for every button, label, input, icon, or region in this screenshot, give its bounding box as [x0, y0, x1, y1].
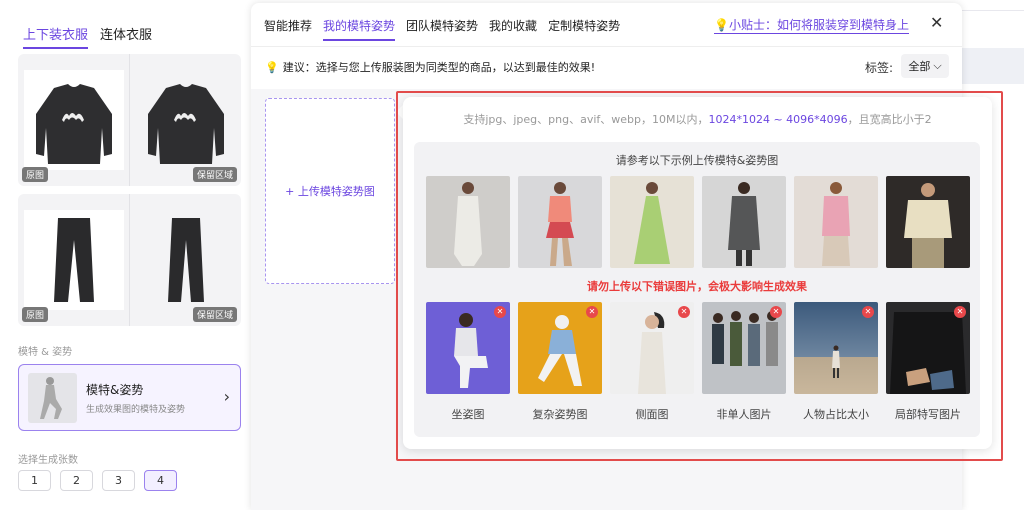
example-box: 请参考以下示例上传模特&姿势图 请勿上传以下错误图片，会极大影响生成效果 ✕ 坐… — [414, 142, 980, 437]
bad-example-image: ✕ — [426, 302, 510, 394]
bad-example-label: 坐姿图 — [451, 408, 485, 421]
error-x-icon: ✕ — [954, 306, 966, 318]
bad-example-image: ✕ — [702, 302, 786, 394]
chevron-right-icon: › — [223, 387, 230, 406]
count-section-label: 选择生成张数 — [18, 455, 78, 466]
chevron-down-icon: ⌵ — [933, 59, 942, 72]
bad-example-image: ✕ — [886, 302, 970, 394]
model-section-label: 模特 & 姿势 — [18, 347, 73, 358]
tab-custom-poses[interactable]: 定制模特姿势 — [548, 17, 620, 41]
kept-region: 保留区域 — [130, 194, 241, 326]
tab-my-poses[interactable]: 我的模特姿势 — [323, 17, 396, 41]
tab-team-poses[interactable]: 团队模特姿势 — [406, 17, 478, 41]
kept-tag: 保留区域 — [192, 167, 237, 182]
bad-examples: ✕ 坐姿图 ✕ 复杂姿势图 ✕ 侧面图 ✕ 非单人图片 ✕ 人物占比太小 ✕ 局… — [426, 302, 970, 422]
count-selector: 1 2 3 4 — [18, 470, 177, 491]
count-option-2[interactable]: 2 — [60, 470, 93, 491]
error-x-icon: ✕ — [862, 306, 874, 318]
bad-example-complex: ✕ 复杂姿势图 — [518, 302, 602, 422]
upload-pose-button[interactable]: + 上传模特姿势图 — [265, 98, 395, 284]
bad-example-label: 侧面图 — [635, 408, 669, 421]
tab-smart-recommend[interactable]: 智能推荐 — [264, 17, 312, 41]
bad-example-group: ✕ 非单人图片 — [702, 302, 786, 422]
bad-example-side: ✕ 侧面图 — [610, 302, 694, 422]
bad-example-label: 复杂姿势图 — [532, 408, 588, 421]
bad-example-label: 非单人图片 — [716, 408, 772, 421]
upload-requirements: 支持jpg、jpeg、png、avif、webp，10M以内，1024*1024… — [403, 111, 992, 127]
bad-example-image: ✕ — [794, 302, 878, 394]
good-example-image — [886, 176, 970, 268]
good-examples — [426, 176, 970, 268]
kept-region: 保留区域 — [130, 54, 241, 186]
garment-card-sweater[interactable]: 原图 保留区域 — [18, 54, 241, 186]
kept-tag: 保留区域 — [192, 307, 237, 322]
garment-card-pants[interactable]: 原图 保留区域 — [18, 194, 241, 326]
error-x-icon: ✕ — [770, 306, 782, 318]
original-tag: 原图 — [22, 167, 49, 182]
lightbulb-icon: 💡 — [265, 61, 279, 74]
sweater-image — [24, 70, 124, 170]
bad-example-image: ✕ — [610, 302, 694, 394]
good-example-image — [518, 176, 602, 268]
upload-guide-popover: 支持jpg、jpeg、png、avif、webp，10M以内，1024*1024… — [403, 97, 992, 449]
advice-bar: 💡 建议：选择与您上传服装图为同类型的商品，以达到最佳的效果! — [265, 59, 595, 75]
tab-my-favorites[interactable]: 我的收藏 — [489, 17, 537, 41]
background-toolbar — [962, 48, 1024, 84]
example-title: 请参考以下示例上传模特&姿势图 — [615, 154, 779, 167]
tab-top-bottom[interactable]: 上下装衣服 — [23, 24, 89, 49]
tip-text: 小贴士：如何将服装穿到模特身上 — [728, 18, 909, 32]
sweater-kept-image — [136, 70, 236, 170]
garment-type-tabs: 上下装衣服 连体衣服 — [23, 24, 152, 49]
tip-link[interactable]: 💡小贴士：如何将服装穿到模特身上 — [714, 16, 909, 34]
model-pose-selector[interactable]: 模特&姿势 生成效果图的模特及姿势 › — [18, 364, 241, 431]
model-card-subtitle: 生成效果图的模特及姿势 — [86, 405, 186, 415]
bad-example-closeup: ✕ 局部特写图片 — [886, 302, 970, 422]
background-divider — [962, 10, 1024, 11]
advice-text: 建议：选择与您上传服装图为同类型的商品，以达到最佳的效果! — [282, 61, 596, 74]
tag-filter-label: 标签: — [865, 61, 894, 75]
support-size: 1024*1024 ~ 4096*4096 — [708, 113, 848, 126]
tag-filter-select[interactable]: 全部 ⌵ — [901, 54, 949, 78]
count-option-3[interactable]: 3 — [102, 470, 135, 491]
error-x-icon: ✕ — [678, 306, 690, 318]
bad-example-label: 局部特写图片 — [895, 408, 961, 421]
count-option-4[interactable]: 4 — [144, 470, 177, 491]
support-suffix: ，且宽高比小于2 — [847, 113, 932, 126]
model-card-title: 模特&姿势 — [86, 383, 144, 397]
tab-onepiece[interactable]: 连体衣服 — [100, 24, 152, 49]
good-example-image — [610, 176, 694, 268]
good-example-image — [426, 176, 510, 268]
good-example-image — [794, 176, 878, 268]
upload-label: + 上传模特姿势图 — [285, 185, 375, 198]
original-tag: 原图 — [22, 307, 49, 322]
bad-example-image: ✕ — [518, 302, 602, 394]
tag-filter-value: 全部 — [908, 60, 931, 73]
bad-example-label: 人物占比太小 — [803, 408, 869, 421]
support-prefix: 支持jpg、jpeg、png、avif、webp，10M以内， — [463, 113, 709, 126]
pants-kept-image — [136, 210, 236, 310]
left-panel: 上下装衣服 连体衣服 原图 保留区域 原图 保留区域 模特 & 姿势 模特&姿势… — [0, 0, 252, 510]
error-x-icon: ✕ — [494, 306, 506, 318]
pants-image — [24, 210, 124, 310]
mannequin-thumbnail — [28, 373, 77, 423]
warning-text: 请勿上传以下错误图片，会极大影响生成效果 — [587, 280, 807, 293]
bad-example-sitting: ✕ 坐姿图 — [426, 302, 510, 422]
modal-tabs: 智能推荐 我的模特姿势 团队模特姿势 我的收藏 定制模特姿势 — [264, 17, 620, 41]
original-image: 原图 — [18, 194, 129, 326]
lightbulb-icon: 💡 — [714, 18, 729, 32]
count-option-1[interactable]: 1 — [18, 470, 51, 491]
popover-arrow — [396, 105, 403, 119]
good-example-image — [702, 176, 786, 268]
original-image: 原图 — [18, 54, 129, 186]
error-x-icon: ✕ — [586, 306, 598, 318]
modal-divider — [251, 46, 962, 47]
close-icon[interactable]: ✕ — [930, 13, 943, 32]
bad-example-small: ✕ 人物占比太小 — [794, 302, 878, 422]
